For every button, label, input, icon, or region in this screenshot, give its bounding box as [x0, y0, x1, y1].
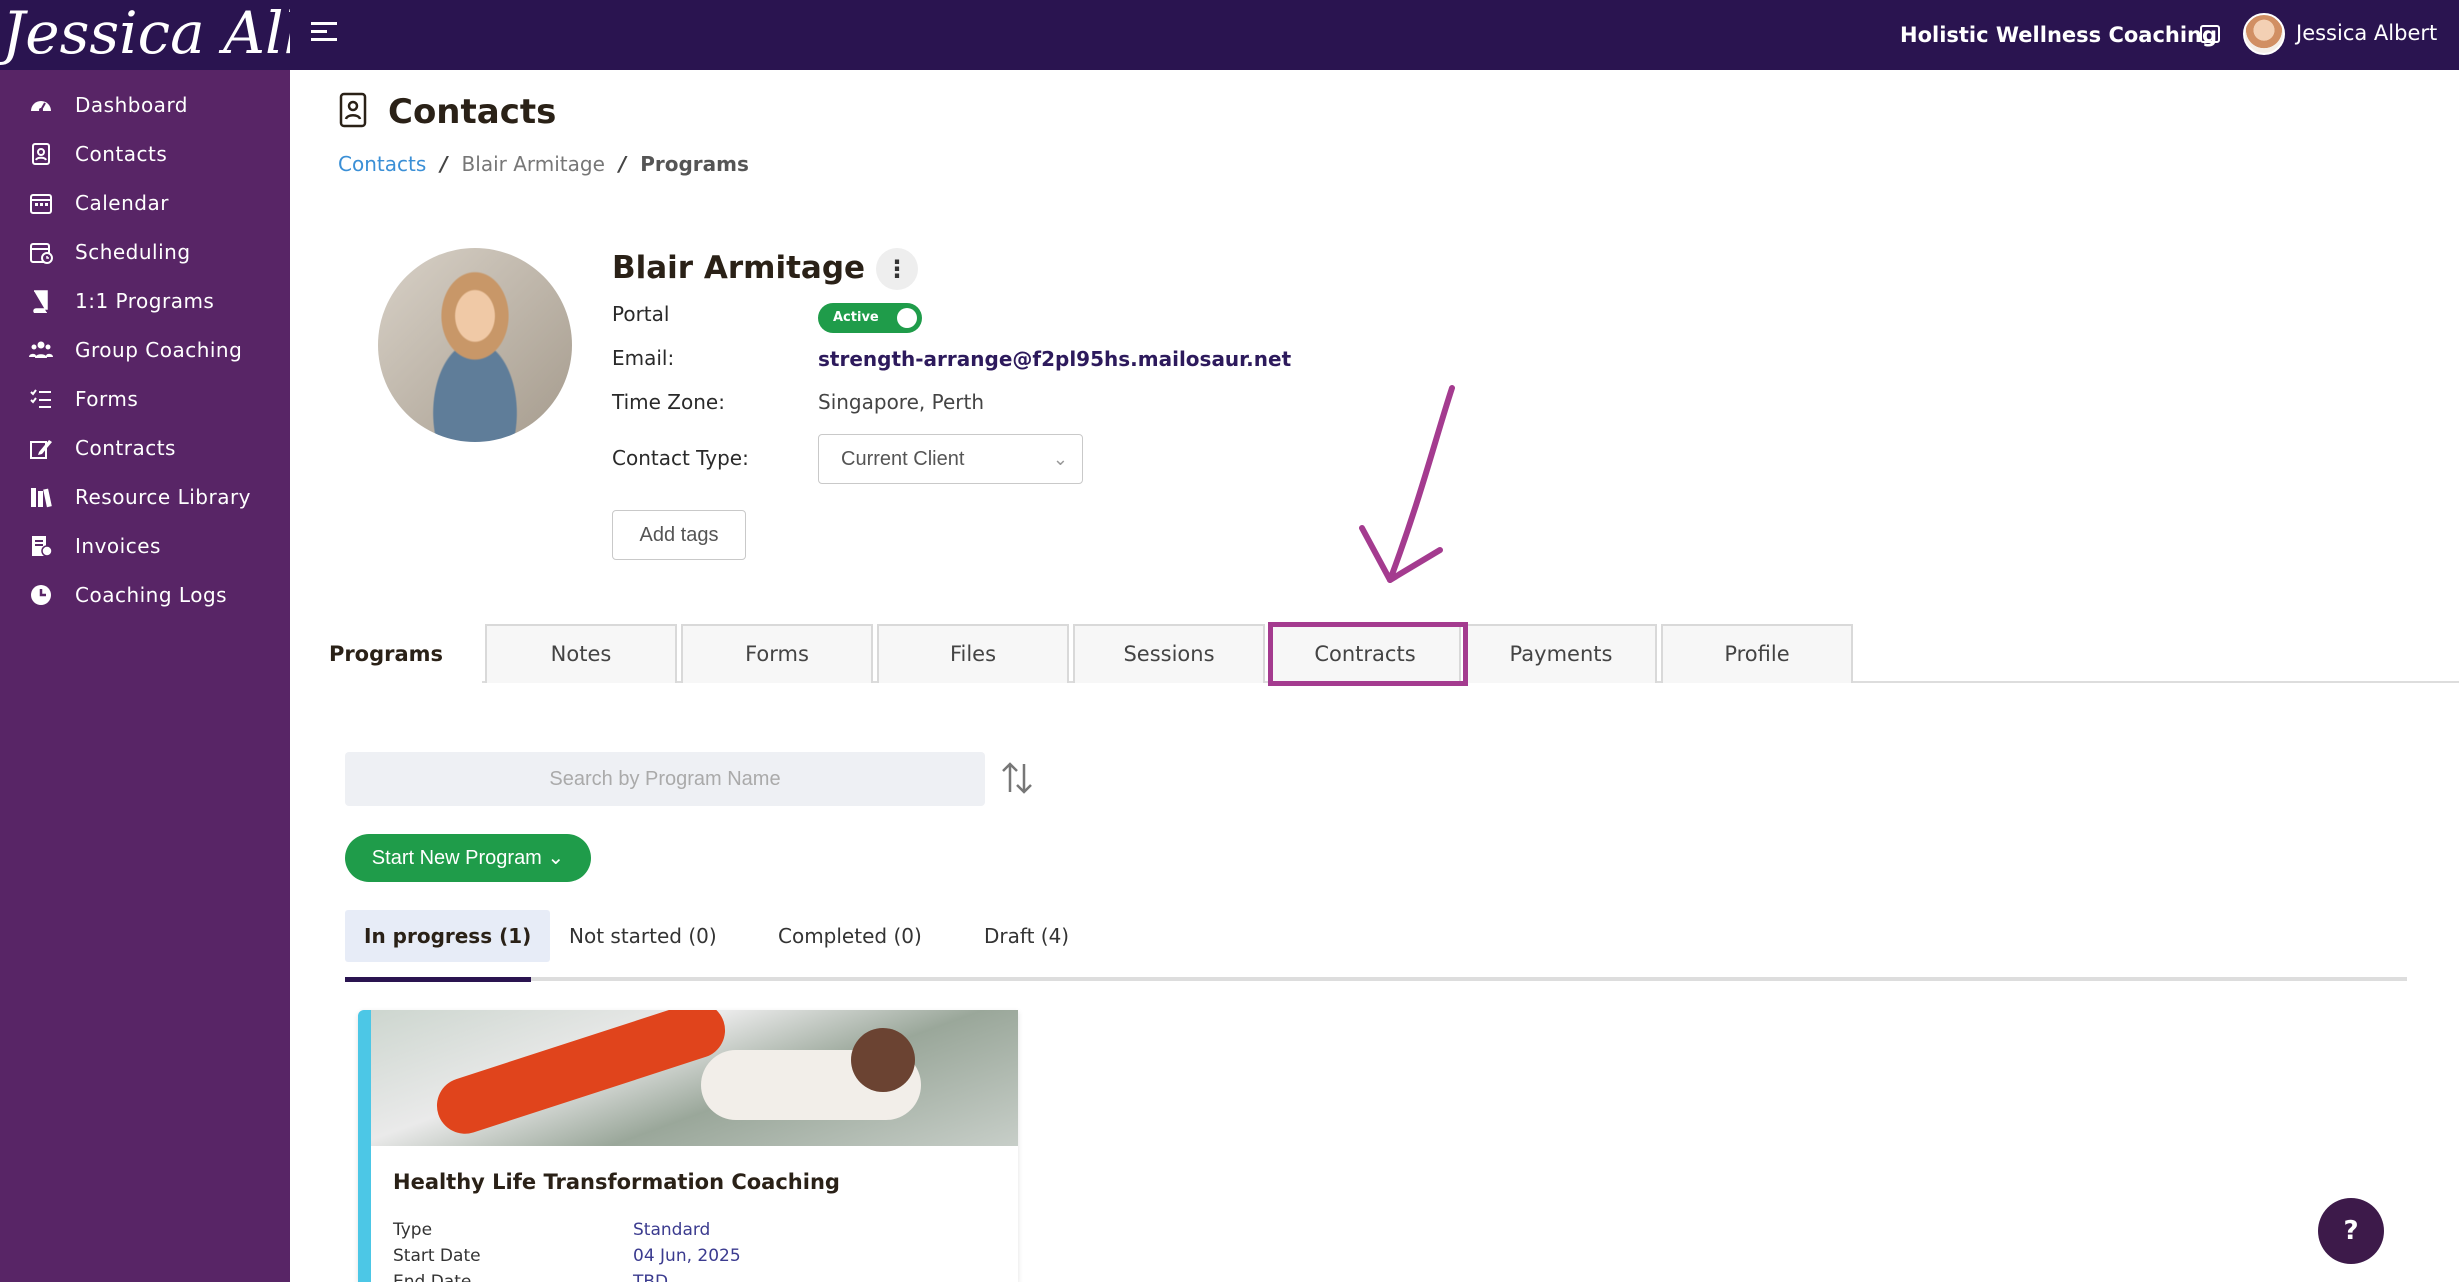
contact-type-label: Contact Type:: [612, 446, 749, 470]
program-start-value: 04 Jun, 2025: [633, 1246, 741, 1266]
tab-forms[interactable]: Forms: [681, 624, 873, 683]
tab-notes[interactable]: Notes: [485, 624, 677, 683]
portal-label: Portal: [612, 302, 670, 326]
add-tags-button[interactable]: Add tags: [612, 510, 746, 560]
sidebar-item-label: Group Coaching: [75, 338, 243, 362]
program-type-value: Standard: [633, 1220, 711, 1240]
status-tabs-divider: [345, 977, 2407, 981]
contact-name: Blair Armitage: [612, 250, 866, 286]
sidebar-item-label: Contracts: [75, 436, 176, 460]
forms-icon: [28, 386, 54, 412]
sidebar-item-label: Forms: [75, 387, 139, 411]
program-title: Healthy Life Transformation Coaching: [393, 1170, 840, 1194]
help-button[interactable]: ?: [2318, 1198, 2384, 1264]
timezone-label: Time Zone:: [612, 390, 725, 414]
group-icon: [28, 337, 54, 363]
email-label: Email:: [612, 346, 675, 370]
breadcrumb-contact: Blair Armitage: [461, 152, 605, 176]
tab-programs[interactable]: Programs: [290, 624, 482, 685]
user-name[interactable]: Jessica Albert: [2296, 0, 2437, 70]
breadcrumb-separator: /: [440, 152, 448, 176]
status-tab-not-started[interactable]: Not started (0): [550, 910, 736, 962]
sidebar-item-label: Scheduling: [75, 240, 191, 264]
sort-icon[interactable]: [1000, 760, 1034, 796]
sidebar-item-label: Coaching Logs: [75, 583, 228, 607]
sidebar-item-label: 1:1 Programs: [75, 289, 215, 313]
contact-type-value: Current Client: [841, 448, 965, 470]
more-options-icon[interactable]: ⋮: [876, 248, 918, 290]
contacts-book-icon: [339, 92, 367, 128]
invoice-icon: [28, 533, 54, 559]
tab-files[interactable]: Files: [877, 624, 1069, 683]
tab-sessions[interactable]: Sessions: [1073, 624, 1265, 683]
contacts-icon: [28, 141, 54, 167]
status-tab-in-progress[interactable]: In progress (1): [345, 910, 551, 962]
program-type-label: Type: [393, 1220, 433, 1240]
tab-profile[interactable]: Profile: [1661, 624, 1853, 683]
start-new-program-button[interactable]: Start New Program ⌄: [345, 834, 591, 882]
program-start-label: Start Date: [393, 1246, 481, 1266]
breadcrumb-current: Programs: [640, 152, 749, 176]
scheduling-icon: [28, 239, 54, 265]
chevron-down-icon: ⌄: [547, 847, 565, 869]
page-title: Contacts: [388, 92, 557, 132]
clock-icon: [28, 582, 54, 608]
chevron-down-icon: ⌄: [1052, 449, 1068, 469]
sidebar-item-label: Resource Library: [75, 485, 252, 509]
contracts-tab-highlight: [1268, 622, 1468, 686]
book-icon: [28, 288, 54, 314]
portal-toggle[interactable]: Active: [818, 303, 922, 333]
library-icon: [28, 484, 54, 510]
sidebar-item-coaching-logs[interactable]: Coaching Logs: [0, 565, 290, 625]
sidebar: Dashboard Contacts Calendar Scheduling 1…: [0, 70, 290, 1282]
switch-business-icon[interactable]: [2200, 25, 2220, 43]
contract-icon: [28, 435, 54, 461]
program-end-value: TBD: [633, 1272, 669, 1282]
company-name[interactable]: Holistic Wellness Coaching: [1900, 0, 2217, 70]
toggle-knob: [897, 308, 917, 328]
calendar-icon: [28, 190, 54, 216]
contact-type-select[interactable]: Current Client ⌄: [818, 434, 1083, 484]
breadcrumb-separator: /: [618, 152, 627, 176]
timezone-value: Singapore, Perth: [818, 390, 985, 414]
status-tab-completed[interactable]: Completed (0): [759, 910, 941, 962]
dashboard-icon: [28, 92, 54, 118]
menu-toggle-icon[interactable]: [311, 22, 337, 48]
contact-avatar: [378, 248, 572, 442]
breadcrumb-contacts-link[interactable]: Contacts: [338, 152, 426, 176]
brand-logo[interactable]: Jessica Albert: [0, 0, 290, 70]
email-value[interactable]: strength-arrange@f2pl95hs.mailosaur.net: [818, 347, 1291, 371]
program-search-input[interactable]: Search by Program Name: [345, 752, 985, 806]
sidebar-item-label: Calendar: [75, 191, 169, 215]
annotation-arrow-icon: [1359, 385, 1455, 583]
top-bar: Jessica Albert Holistic Wellness Coachin…: [0, 0, 2459, 70]
portal-status: Active: [833, 310, 879, 325]
sidebar-item-label: Contacts: [75, 142, 168, 166]
program-end-label: End Date: [393, 1272, 472, 1282]
sidebar-item-label: Invoices: [75, 534, 161, 558]
sidebar-item-label: Dashboard: [75, 93, 189, 117]
status-tab-draft[interactable]: Draft (4): [965, 910, 1088, 962]
breadcrumb: Contacts / Blair Armitage / Programs: [338, 152, 749, 176]
start-new-program-label: Start New Program: [371, 847, 542, 869]
program-card[interactable]: Healthy Life Transformation Coaching Typ…: [358, 1010, 1018, 1282]
program-cover-image: [371, 1010, 1018, 1146]
tab-payments[interactable]: Payments: [1465, 624, 1657, 683]
user-avatar[interactable]: [2243, 13, 2285, 55]
status-tab-indicator: [345, 977, 531, 982]
